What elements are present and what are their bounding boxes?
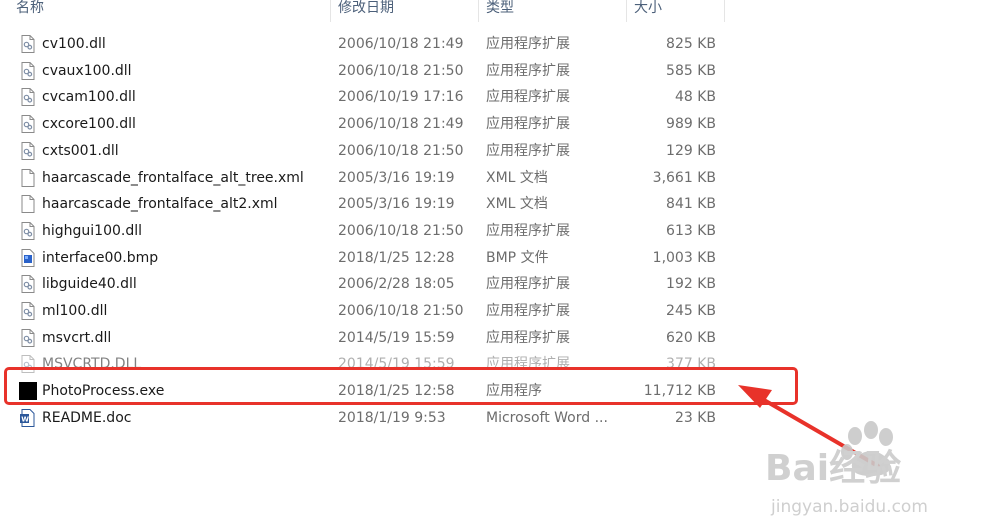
watermark-brand: Bai经验: [765, 448, 901, 489]
baidu-jingyan-watermark: Bai经验 jingyan.baidu.com: [765, 421, 928, 517]
watermark-url: jingyan.baidu.com: [770, 497, 928, 517]
